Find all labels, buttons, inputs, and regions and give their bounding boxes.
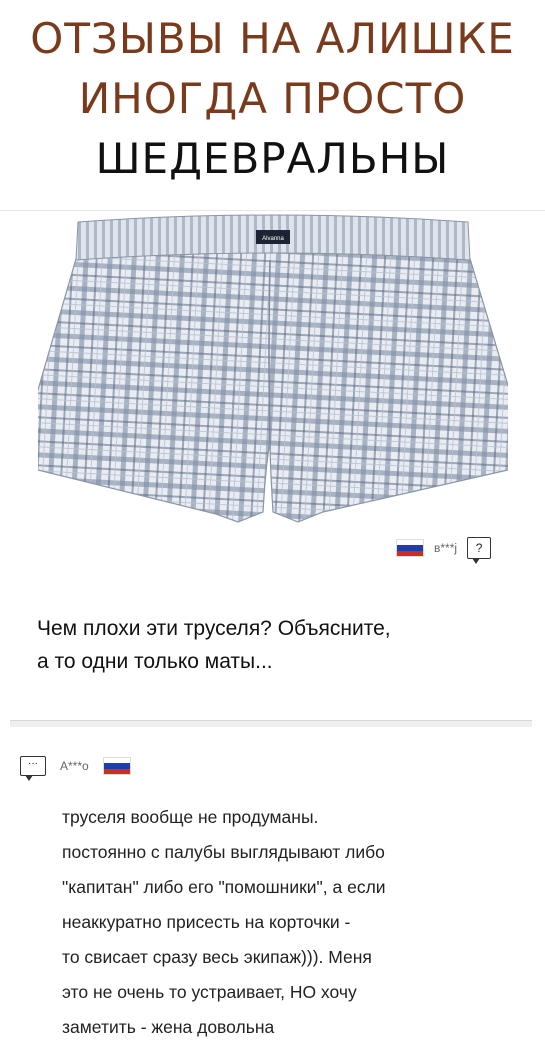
reply-line: труселя вообще не продуманы. (62, 807, 319, 827)
reply-line: неаккуратно присесть на корточки - (62, 912, 351, 932)
reply-line: постоянно с палубы выглядывают либо (62, 842, 385, 862)
replier-username: А***о (60, 759, 89, 773)
reply-line: "капитан" либо его "помошники", а если (62, 877, 386, 897)
review-question: Чем плохи эти труселя? Объясните, а то о… (37, 612, 507, 678)
russia-flag-icon (396, 539, 424, 557)
comment-bubble-icon[interactable]: ··· (20, 756, 46, 781)
header-line-1: ОТЗЫВЫ НА АЛИШКЕ (30, 14, 515, 63)
meme-header: ОТЗЫВЫ НА АЛИШКЕ ИНОГДА ПРОСТО ШЕДЕВРАЛЬ… (0, 0, 545, 210)
reply-text: труселя вообще не продуманы. постоянно с… (62, 800, 532, 1045)
reply-line: то свисает сразу весь экипаж))). Меня (62, 947, 372, 967)
shorts-body (38, 251, 508, 523)
question-line: а то одни только маты... (37, 650, 273, 673)
header-line-3: ШЕДЕВРАЛЬНЫ (95, 134, 450, 183)
header-divider (0, 210, 545, 211)
section-divider (10, 720, 532, 727)
russia-flag-icon (102, 757, 131, 775)
reply-line: заметить - жена довольна (62, 1017, 275, 1037)
reply-line: это не очень то устраивает, НО хочу (62, 982, 357, 1002)
brand-label-text: Alvanna (262, 236, 284, 242)
product-image-boxer-shorts: Alvanna (38, 214, 508, 523)
question-bubble-icon[interactable]: ? (467, 537, 492, 564)
reply-meta: ··· А***о (20, 754, 131, 781)
question-line: Чем плохи эти труселя? Объясните, (37, 617, 391, 640)
reviewer-username: в***ј (434, 541, 458, 555)
header-line-2: ИНОГДА ПРОСТО (78, 74, 467, 123)
review-meta: в***ј ? (396, 536, 492, 564)
